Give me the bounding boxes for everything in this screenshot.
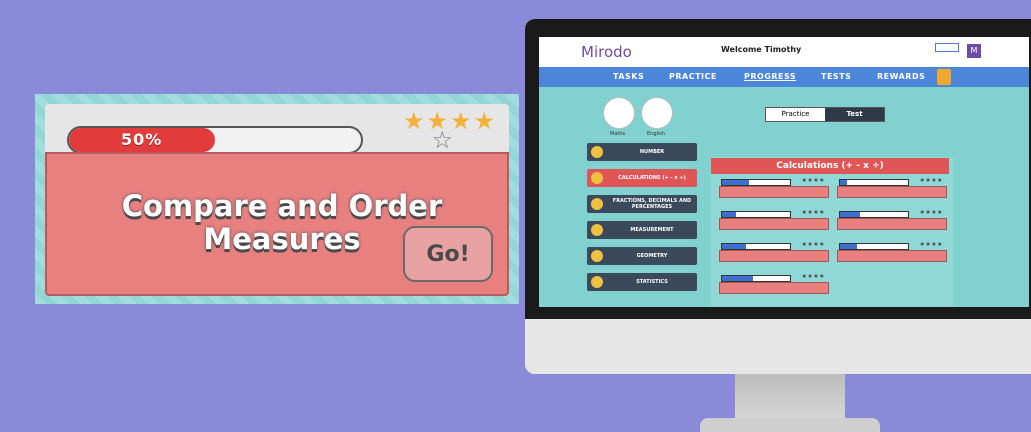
subject-maths-icon[interactable]: [603, 97, 635, 129]
topic-tile[interactable]: ★★★★: [837, 177, 947, 199]
app-screen: Mirodo Welcome Timothy M TASKS PRACTICE …: [539, 37, 1029, 307]
calendar-icon[interactable]: [937, 69, 951, 85]
status-icon: [935, 43, 959, 52]
sidebar-item-number[interactable]: NUMBER: [587, 143, 697, 161]
nav-rewards[interactable]: REWARDS: [877, 72, 925, 81]
scene-background: 50% ★ ★ ★ ★ ☆ Compare and Order Measures…: [0, 0, 1031, 432]
monitor-chin: [525, 319, 1031, 374]
fractions-icon: [591, 198, 603, 210]
star-empty-icon: ☆: [431, 126, 453, 154]
card-title-line-1: Compare and Order: [121, 189, 443, 223]
card-title: Compare and Order Measures: [117, 190, 447, 256]
header-icons[interactable]: [935, 43, 959, 59]
app-logo: Mirodo: [581, 43, 632, 61]
topic-tile[interactable]: ★★★★: [719, 273, 829, 295]
avatar[interactable]: M: [967, 44, 981, 58]
go-button[interactable]: Go!: [403, 226, 493, 282]
sidebar-item-geometry[interactable]: GEOMETRY: [587, 247, 697, 265]
app-header: Mirodo Welcome Timothy M: [539, 37, 1029, 67]
measurement-icon: [591, 224, 603, 236]
card-body: Compare and Order Measures Go!: [45, 152, 509, 296]
topic-tile[interactable]: ★★★★: [837, 241, 947, 263]
number-icon: [591, 146, 603, 158]
calculations-icon: [591, 172, 603, 184]
progress-label: 50%: [121, 130, 163, 149]
topic-tile[interactable]: ★★★★: [719, 241, 829, 263]
topic-tile[interactable]: ★★★★: [719, 209, 829, 231]
nav-tasks[interactable]: TASKS: [613, 72, 644, 81]
topic-tile[interactable]: ★★★★: [837, 209, 947, 231]
subject-label-maths: Maths: [610, 131, 626, 137]
star-icon: ★: [449, 107, 472, 135]
main-nav: TASKS PRACTICE PROGRESS TESTS REWARDS: [539, 67, 1029, 87]
monitor-foot: [700, 418, 880, 432]
sidebar-item-measurement[interactable]: MEASUREMENT: [587, 221, 697, 239]
progress-bar: 50%: [67, 126, 363, 154]
monitor-bezel: Mirodo Welcome Timothy M TASKS PRACTICE …: [525, 19, 1031, 319]
sidebar-item-calculations[interactable]: CALCULATIONS (+ - x ÷): [587, 169, 697, 187]
toggle-test[interactable]: Test: [825, 108, 884, 121]
subject-label-english: English: [647, 131, 666, 137]
task-card: 50% ★ ★ ★ ★ ☆ Compare and Order Measures…: [35, 94, 519, 304]
nav-tests[interactable]: TESTS: [821, 72, 851, 81]
star-icon: ★: [473, 107, 495, 135]
subject-english-icon[interactable]: [641, 97, 673, 129]
star-icon: ★: [402, 107, 425, 135]
welcome-text: Welcome Timothy: [721, 45, 802, 54]
geometry-icon: [591, 250, 603, 262]
card-header: 50% ★ ★ ★ ★ ☆: [45, 104, 509, 154]
card-title-line-2: Measures: [203, 222, 361, 256]
nav-practice[interactable]: PRACTICE: [669, 72, 717, 81]
panel-title: Calculations (+ - x ÷): [711, 158, 949, 174]
monitor: Mirodo Welcome Timothy M TASKS PRACTICE …: [525, 19, 1031, 374]
toggle-practice[interactable]: Practice: [766, 108, 825, 121]
sidebar-item-statistics[interactable]: STATISTICS: [587, 273, 697, 291]
statistics-icon: [591, 276, 603, 288]
nav-progress[interactable]: PROGRESS: [744, 72, 796, 81]
sidebar-item-fractions[interactable]: FRACTIONS, DECIMALS AND PERCENTAGES: [587, 195, 697, 213]
topic-tile[interactable]: ★★★★: [719, 177, 829, 199]
practice-test-toggle[interactable]: Practice Test: [765, 107, 885, 122]
